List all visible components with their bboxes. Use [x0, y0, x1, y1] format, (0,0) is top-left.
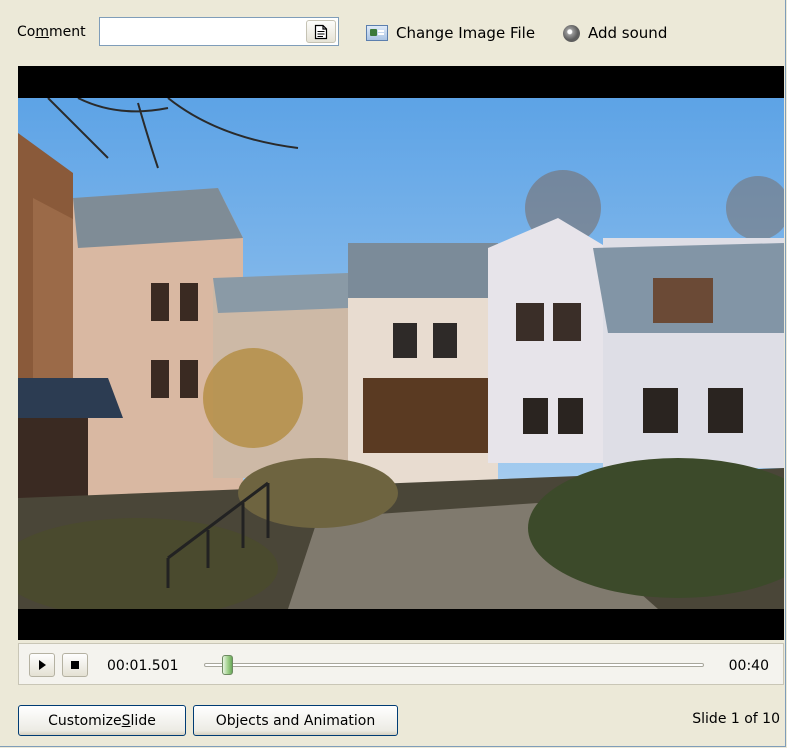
change-image-file-label: Change Image File	[396, 24, 536, 42]
current-time: 00:01.501	[107, 658, 179, 674]
speaker-icon	[563, 24, 580, 42]
slide-counter: Slide 1 of 10	[692, 711, 780, 727]
comment-label: Comment	[17, 24, 86, 40]
play-icon	[39, 660, 46, 670]
slide-preview	[18, 66, 784, 640]
add-sound-button[interactable]: Add sound	[563, 24, 667, 42]
timeline-slider-thumb[interactable]	[222, 655, 233, 675]
timeline-track[interactable]	[204, 663, 704, 667]
comment-note-button[interactable]	[306, 20, 336, 43]
slide-image	[18, 98, 784, 609]
stop-button[interactable]	[62, 653, 88, 677]
comment-input[interactable]	[99, 17, 339, 46]
total-time: 00:40	[728, 658, 769, 674]
stop-icon	[71, 661, 79, 669]
playback-bar: 00:01.501 00:40	[18, 643, 784, 685]
play-button[interactable]	[29, 653, 55, 677]
customize-slide-button[interactable]: Customize Slide	[18, 705, 186, 736]
add-sound-label: Add sound	[588, 24, 668, 42]
image-icon	[366, 25, 388, 41]
note-icon	[314, 24, 328, 39]
objects-and-animation-button[interactable]: Objects and Animation	[193, 705, 398, 736]
change-image-file-button[interactable]: Change Image File	[366, 24, 535, 42]
